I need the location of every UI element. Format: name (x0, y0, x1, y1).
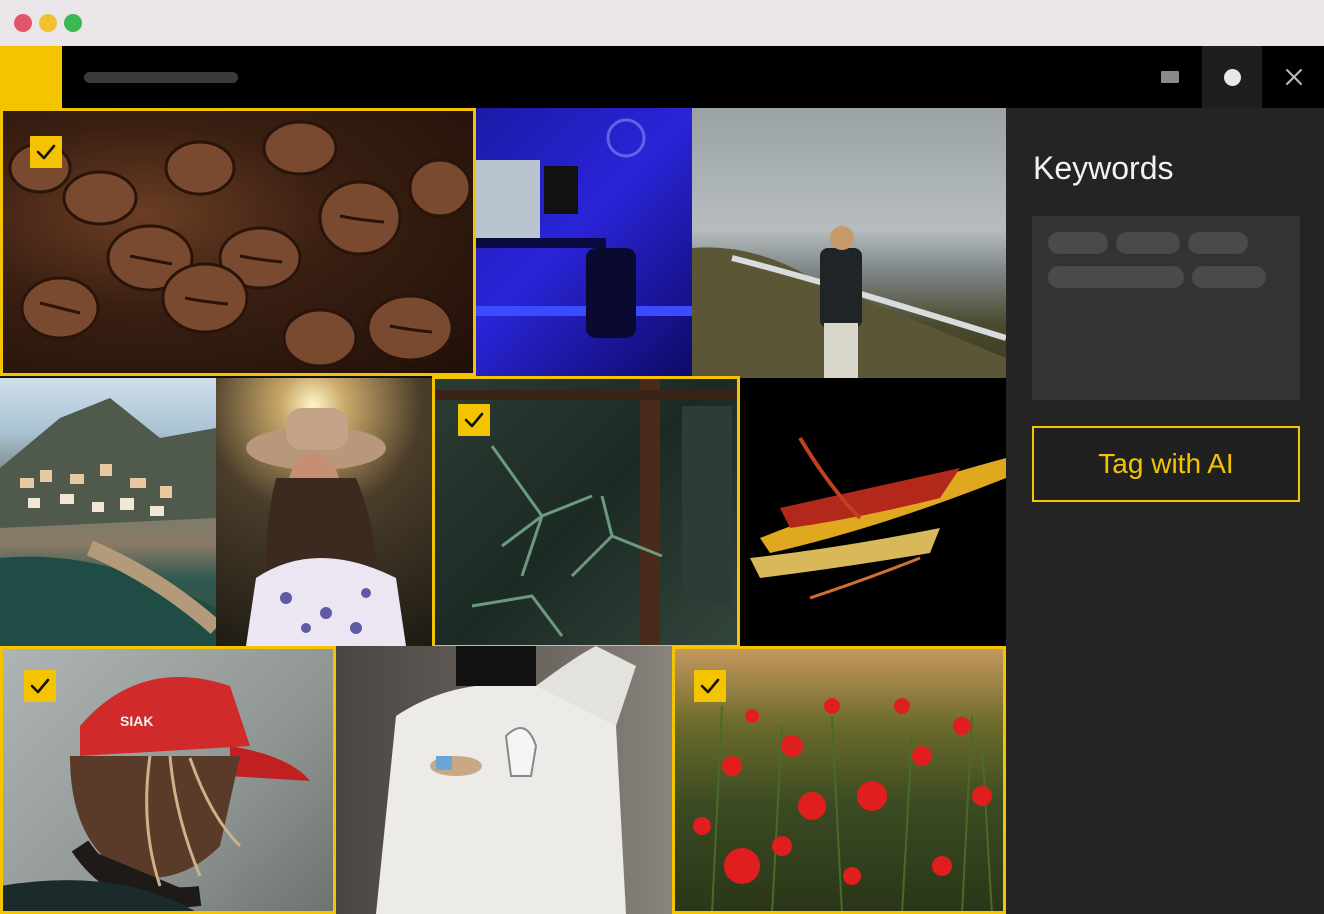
hat-woman-image (246, 408, 406, 646)
selected-checkbox[interactable] (30, 136, 62, 168)
maximize-button[interactable] (1202, 46, 1262, 108)
photo-tile-sweatshirt[interactable] (336, 646, 672, 914)
cap-logo-text: SIAK (120, 713, 153, 729)
sweatshirt-image (376, 646, 636, 914)
check-icon (464, 412, 484, 428)
photo-tile-abstract[interactable] (740, 378, 1006, 646)
keywords-title: Keywords (1033, 150, 1174, 186)
app-header (0, 46, 1324, 108)
photo-tile-coffee[interactable] (0, 108, 476, 376)
photo-tile-redcap[interactable]: SIAK (0, 646, 336, 914)
selected-checkbox[interactable] (458, 404, 490, 436)
window-close-dot[interactable] (14, 14, 32, 32)
check-icon (30, 678, 50, 694)
window-minimize-dot[interactable] (39, 14, 57, 32)
tag-with-ai-button[interactable]: Tag with AI (1032, 426, 1300, 502)
photo-tile-village[interactable] (0, 378, 216, 646)
title-placeholder (84, 72, 238, 83)
minimize-icon (1161, 71, 1179, 83)
keyword-chip-placeholder (1048, 232, 1108, 254)
photo-tile-poppies[interactable] (672, 646, 1006, 914)
desk-setup-image (476, 118, 692, 338)
photo-tile-cliff[interactable] (692, 108, 1006, 378)
close-icon (1286, 69, 1302, 85)
check-icon (700, 678, 720, 694)
photo-tile-hat[interactable] (216, 378, 432, 646)
window-titlebar (0, 0, 1324, 46)
selected-checkbox[interactable] (24, 670, 56, 702)
maximize-icon (1223, 68, 1241, 86)
cliff-woman-image (692, 226, 1006, 378)
village-image (0, 398, 216, 646)
keyword-chip-placeholder (1188, 232, 1248, 254)
brand-logo (0, 46, 62, 108)
photo-tile-desk[interactable] (476, 108, 692, 378)
minimize-button[interactable] (1140, 46, 1200, 108)
check-icon (36, 144, 56, 160)
tag-with-ai-label: Tag with AI (1098, 448, 1234, 479)
selected-checkbox[interactable] (694, 670, 726, 702)
keyword-chip-placeholder (1192, 266, 1266, 288)
close-button[interactable] (1264, 46, 1324, 108)
keywords-box[interactable] (1032, 216, 1300, 400)
photo-grid: SIAK (0, 108, 1006, 914)
window-zoom-dot[interactable] (64, 14, 82, 32)
keywords-panel: Keywords Tag with AI (1006, 108, 1324, 914)
photo-tile-plant[interactable] (432, 376, 740, 648)
keyword-chip-placeholder (1048, 266, 1184, 288)
abstract-image (750, 436, 1006, 600)
coffee-beans-image (8, 120, 472, 368)
keyword-chip-placeholder (1116, 232, 1180, 254)
